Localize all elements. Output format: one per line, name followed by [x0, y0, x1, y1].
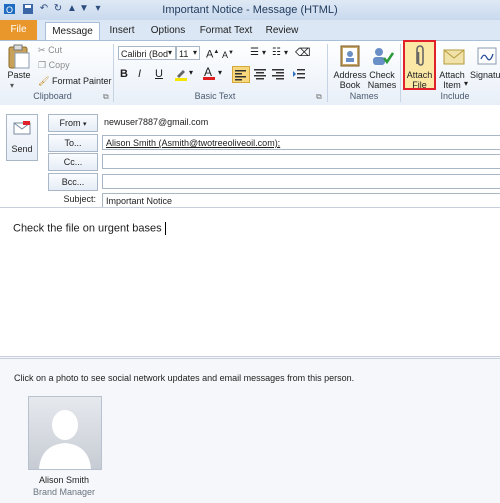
signature-label[interactable]: Signatu [470, 70, 500, 80]
from-label: From [59, 118, 81, 128]
font-color-dropdown-icon[interactable]: ▾ [218, 68, 222, 77]
people-pane-hint: Click on a photo to see social network u… [14, 373, 355, 383]
font-name-dropdown-icon[interactable]: ▾ [168, 46, 172, 60]
align-center-icon[interactable] [253, 67, 267, 81]
underline-button[interactable]: U [155, 68, 163, 80]
message-body-text[interactable]: Check the file on urgent bases [13, 222, 166, 235]
check-names-icon[interactable] [370, 44, 395, 68]
attach-item-icon[interactable] [442, 44, 466, 68]
cc-button[interactable]: Cc... [48, 153, 98, 171]
format-painter-label: Format Painter [51, 76, 112, 86]
group-label-basic-text: Basic Text [194, 91, 236, 101]
check-names-label-1[interactable]: Check [363, 70, 401, 80]
copy-button[interactable]: ❐ Copy [38, 58, 128, 72]
bcc-button[interactable]: Bcc... [48, 173, 98, 191]
to-field[interactable]: Alison Smith (Asmith@twotreeoliveoil.com… [102, 135, 500, 150]
tab-file[interactable]: File [0, 20, 37, 40]
group-label-include: Include [440, 91, 470, 101]
align-left-icon[interactable] [232, 66, 250, 83]
attach-file-label-1: Attach [406, 70, 433, 80]
person-silhouette-icon [29, 397, 101, 469]
tab-options[interactable]: Options [146, 22, 190, 40]
italic-button[interactable]: I [138, 68, 141, 80]
send-label: Send [11, 144, 33, 154]
font-color-icon[interactable]: A [202, 65, 216, 81]
from-value: newuser7887@gmail.com [104, 117, 209, 127]
paintbrush-icon: 🖌 [38, 76, 50, 86]
to-recipient[interactable]: Alison Smith (Asmith@twotreeoliveoil.com… [106, 138, 280, 148]
down-arrow-icon[interactable]: ▼ [78, 3, 90, 15]
paste-dropdown-icon[interactable]: ▾ [10, 81, 14, 90]
address-book-icon[interactable] [338, 44, 362, 68]
scissors-icon: ✂ [38, 45, 46, 55]
cut-label: Cut [48, 45, 63, 55]
send-envelope-icon [13, 121, 31, 135]
numbering-dropdown-icon[interactable]: ▾ [284, 46, 288, 60]
clear-formatting-icon[interactable]: ⌫ [295, 46, 311, 60]
paste-icon[interactable] [6, 44, 32, 70]
clipboard-launcher-icon[interactable]: ⧉ [103, 92, 109, 102]
contact-photo[interactable] [28, 396, 102, 470]
format-painter-button[interactable]: 🖌 Format Painter [38, 74, 128, 88]
bcc-field[interactable] [102, 174, 500, 189]
from-dropdown-icon: ▾ [83, 121, 87, 128]
copy-icon: ❐ [38, 60, 47, 70]
divider [400, 44, 401, 102]
cut-button[interactable]: ✂ Cut [38, 43, 128, 57]
grow-font-icon[interactable]: A▲ [206, 45, 219, 62]
highlight-icon[interactable] [174, 67, 188, 81]
to-button[interactable]: To... [48, 134, 98, 152]
group-label-clipboard: Clipboard [33, 91, 72, 101]
tab-review[interactable]: Review [262, 22, 302, 40]
tab-insert[interactable]: Insert [104, 22, 140, 40]
contact-role: Brand Manager [32, 487, 96, 497]
paste-button-label[interactable]: Paste [2, 70, 36, 80]
tab-format-text[interactable]: Format Text [196, 22, 256, 40]
outlook-logo-icon: O [4, 3, 16, 15]
from-button[interactable]: From ▾ [48, 114, 98, 132]
svg-text:O: O [6, 5, 13, 15]
undo-icon[interactable]: ↶ [38, 3, 50, 15]
redo-icon[interactable]: ↻ [52, 3, 64, 15]
up-arrow-icon[interactable]: ▲ [66, 3, 78, 15]
paperclip-icon [411, 44, 429, 68]
shrink-font-icon[interactable]: A▼ [222, 46, 234, 62]
check-names-label-2[interactable]: Names [363, 80, 401, 90]
copy-label: Copy [48, 60, 70, 70]
basic-text-launcher-icon[interactable]: ⧉ [316, 92, 322, 102]
attach-item-label-1[interactable]: Attach [437, 70, 467, 80]
bold-button[interactable]: B [120, 68, 128, 80]
customize-qat-icon[interactable]: ▾ [92, 3, 104, 15]
save-icon[interactable] [22, 3, 34, 15]
font-size-dropdown-icon[interactable]: ▾ [193, 46, 197, 60]
font-name-value: Calibri (Bod [121, 49, 169, 59]
font-size-value: 11 [179, 49, 189, 59]
subject-value: Important Notice [106, 196, 173, 206]
attach-file-label-2: File [412, 80, 427, 90]
highlight-dropdown-icon[interactable]: ▾ [189, 68, 193, 77]
signature-icon[interactable] [476, 44, 498, 68]
tab-message[interactable]: Message [45, 22, 100, 41]
bullets-icon[interactable]: ☰ [250, 46, 259, 60]
body-text-content: Check the file on urgent bases [13, 222, 162, 235]
numbering-icon[interactable]: ☷ [272, 46, 281, 60]
subject-label: Subject: [63, 194, 96, 204]
send-button[interactable]: Send [6, 114, 38, 161]
attach-item-label-2[interactable]: Item [437, 80, 467, 90]
attach-item-dropdown-icon[interactable]: ▾ [464, 79, 468, 88]
subject-field[interactable]: Important Notice [102, 193, 500, 208]
bullets-dropdown-icon[interactable]: ▾ [262, 46, 266, 60]
decrease-indent-icon[interactable] [292, 67, 306, 81]
align-right-icon[interactable] [271, 67, 285, 81]
svg-text:A: A [204, 65, 212, 79]
contact-name: Alison Smith [38, 475, 90, 485]
group-label-names: Names [349, 91, 379, 101]
cc-field[interactable] [102, 154, 500, 169]
divider [113, 44, 114, 102]
text-cursor [164, 222, 166, 235]
